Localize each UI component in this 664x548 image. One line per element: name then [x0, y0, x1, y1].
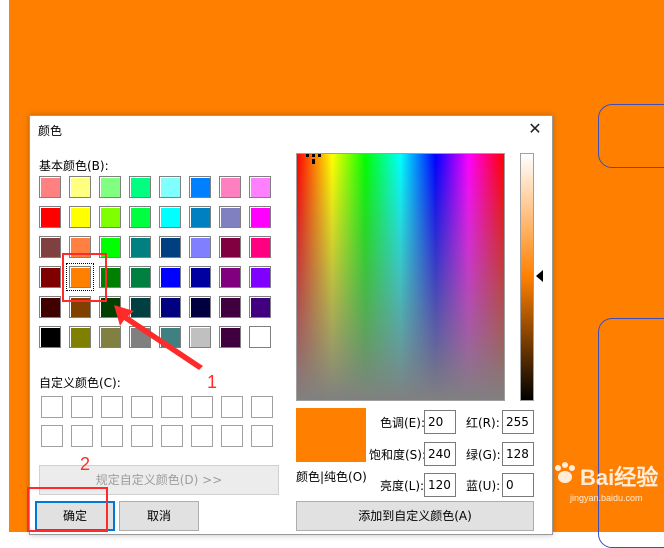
luminance-input[interactable]: 120	[424, 473, 456, 497]
basic-color-swatch[interactable]	[219, 266, 241, 288]
basic-color-swatch[interactable]	[249, 266, 271, 288]
custom-color-swatch[interactable]	[191, 396, 213, 418]
custom-color-swatch[interactable]	[101, 425, 123, 447]
basic-color-swatch[interactable]	[219, 326, 241, 348]
basic-color-swatch[interactable]	[129, 236, 151, 258]
luminance-arrow-icon[interactable]	[536, 270, 543, 282]
basic-color-swatch[interactable]	[249, 326, 271, 348]
basic-color-swatch[interactable]	[69, 326, 91, 348]
color-spectrum-picker[interactable]	[296, 153, 505, 401]
watermark-subtext: jingyan.baidu.com	[570, 493, 643, 503]
custom-colors-label: 自定义颜色(C):	[39, 376, 121, 390]
custom-color-swatch[interactable]	[161, 396, 183, 418]
color-preview	[296, 408, 366, 462]
custom-color-swatch[interactable]	[251, 396, 273, 418]
basic-color-swatch[interactable]	[189, 206, 211, 228]
left-window-edge	[0, 0, 9, 532]
basic-color-swatch[interactable]	[189, 176, 211, 198]
basic-color-swatch[interactable]	[99, 206, 121, 228]
saturation-input[interactable]: 240	[424, 442, 456, 466]
luminance-slider[interactable]	[520, 153, 534, 401]
blue-label: 蓝(U):	[466, 479, 501, 493]
red-label: 红(R):	[466, 416, 500, 430]
basic-color-swatch[interactable]	[39, 296, 61, 318]
basic-color-swatch[interactable]	[129, 266, 151, 288]
annotation-highlight-ok-button	[27, 487, 108, 532]
custom-color-swatch[interactable]	[131, 396, 153, 418]
custom-color-swatch[interactable]	[161, 425, 183, 447]
basic-color-swatch[interactable]	[159, 206, 181, 228]
basic-color-swatch[interactable]	[219, 236, 241, 258]
basic-color-swatch[interactable]	[249, 296, 271, 318]
add-to-custom-colors-button[interactable]: 添加到自定义颜色(A)	[296, 501, 534, 531]
saturation-label: 饱和度(S):	[369, 448, 427, 462]
green-input[interactable]: 128	[502, 442, 534, 466]
luminance-label: 亮度(L):	[380, 479, 425, 493]
basic-color-swatch[interactable]	[99, 176, 121, 198]
basic-color-swatch[interactable]	[219, 176, 241, 198]
basic-color-swatch[interactable]	[219, 296, 241, 318]
rounded-shape-outline-top	[598, 104, 664, 168]
basic-color-swatch[interactable]	[159, 176, 181, 198]
hue-input[interactable]: 20	[424, 410, 456, 434]
custom-color-swatch[interactable]	[41, 396, 63, 418]
watermark-text: Bai经验	[580, 465, 659, 490]
crosshair-icon	[306, 154, 321, 164]
basic-color-swatch[interactable]	[69, 176, 91, 198]
basic-color-swatch[interactable]	[159, 236, 181, 258]
basic-color-swatch[interactable]	[249, 176, 271, 198]
annotation-label-1: 1	[207, 372, 218, 392]
custom-color-swatch[interactable]	[251, 425, 273, 447]
close-icon[interactable]: ✕	[524, 118, 546, 140]
basic-color-swatch[interactable]	[39, 326, 61, 348]
basic-color-swatch[interactable]	[39, 206, 61, 228]
custom-color-swatch[interactable]	[191, 425, 213, 447]
blue-input[interactable]: 0	[502, 473, 534, 497]
basic-color-swatch[interactable]	[39, 176, 61, 198]
basic-color-swatch[interactable]	[69, 206, 91, 228]
red-input[interactable]: 255	[502, 410, 534, 434]
basic-color-swatch[interactable]	[129, 176, 151, 198]
green-label: 绿(G):	[466, 448, 501, 462]
basic-color-swatch[interactable]	[159, 266, 181, 288]
rounded-shape-outline-bottom	[598, 318, 664, 548]
annotation-arrow-icon	[114, 305, 203, 370]
basic-color-swatch[interactable]	[39, 236, 61, 258]
custom-color-swatch[interactable]	[101, 396, 123, 418]
basic-color-swatch[interactable]	[39, 266, 61, 288]
color-solid-label: 颜色|纯色(O)	[296, 470, 367, 484]
basic-color-swatch[interactable]	[189, 266, 211, 288]
custom-color-swatch[interactable]	[131, 425, 153, 447]
basic-color-swatch[interactable]	[129, 206, 151, 228]
basic-colors-label: 基本颜色(B):	[39, 159, 109, 173]
basic-color-swatch[interactable]	[189, 236, 211, 258]
basic-color-swatch[interactable]	[219, 206, 241, 228]
annotation-label-2: 2	[80, 454, 91, 474]
annotation-highlight-swatch	[62, 253, 107, 302]
custom-color-swatch[interactable]	[71, 425, 93, 447]
custom-color-swatch[interactable]	[221, 425, 243, 447]
custom-color-swatch[interactable]	[41, 425, 63, 447]
custom-color-swatch[interactable]	[221, 396, 243, 418]
paw-logo-icon	[555, 462, 575, 483]
basic-color-swatch[interactable]	[249, 236, 271, 258]
dialog-title: 颜色	[38, 124, 63, 138]
basic-color-swatch[interactable]	[249, 206, 271, 228]
hue-label: 色调(E):	[380, 416, 425, 430]
cancel-button[interactable]: 取消	[119, 501, 199, 531]
custom-color-swatch[interactable]	[71, 396, 93, 418]
